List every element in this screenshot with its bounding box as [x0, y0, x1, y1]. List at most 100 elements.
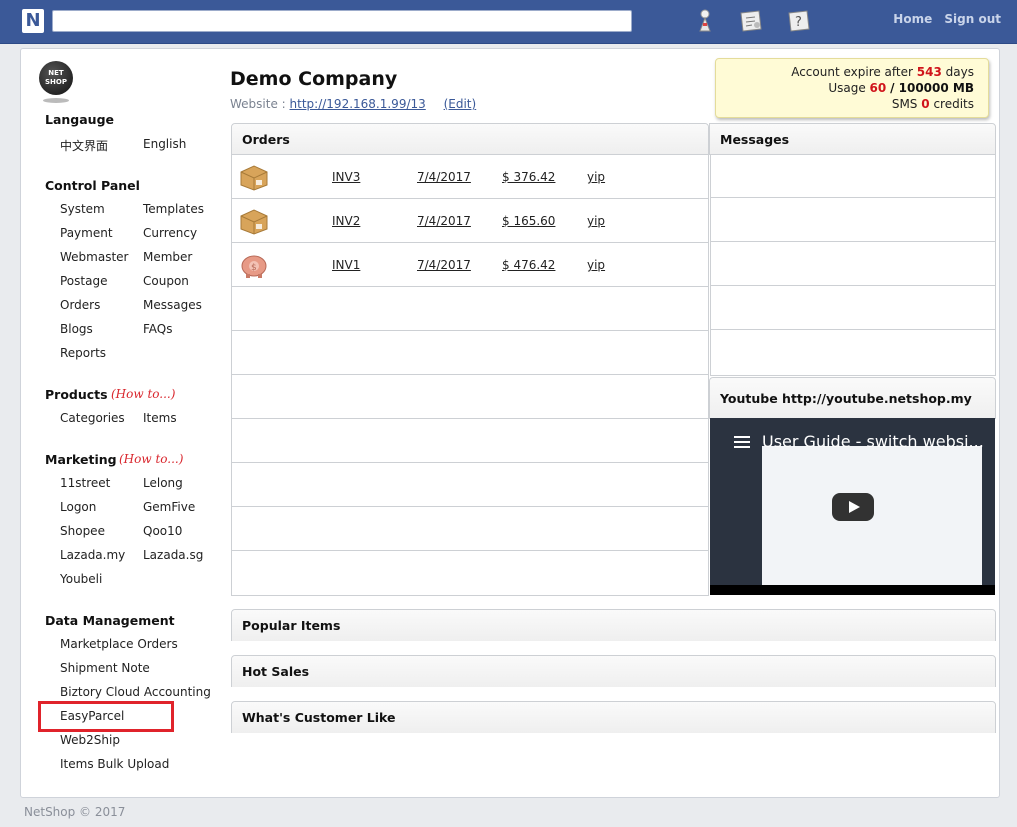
order-invoice-link[interactable]: INV1	[332, 258, 360, 272]
sidebar-item-webmaster[interactable]: Webmaster	[60, 250, 128, 264]
message-row	[711, 242, 995, 286]
sign-out-link[interactable]: Sign out	[944, 12, 1001, 26]
search-input[interactable]	[52, 10, 632, 32]
top-links: Home Sign out	[885, 12, 1001, 26]
sidebar-item-lazada-my[interactable]: Lazada.my	[60, 548, 125, 562]
usage-total: / 100000 MB	[890, 81, 974, 95]
order-customer-link[interactable]: yip	[587, 214, 605, 228]
easyparcel-highlight-box	[38, 701, 174, 732]
sidebar-item-reports[interactable]: Reports	[60, 346, 106, 360]
sms-count: 0	[921, 97, 930, 111]
sidebar-item-postage[interactable]: Postage	[60, 274, 107, 288]
marketing-howto-link[interactable]: (How to...)	[119, 452, 183, 466]
hot-sales-title: Hot Sales	[232, 656, 995, 687]
sidebar-item-payment[interactable]: Payment	[60, 226, 113, 240]
sidebar-item-11street[interactable]: 11street	[60, 476, 110, 490]
message-row	[711, 198, 995, 242]
sidebar-item-shipment-note[interactable]: Shipment Note	[60, 661, 150, 675]
sidebar-item-system[interactable]: System	[60, 202, 105, 216]
sidebar-item-currency[interactable]: Currency	[143, 226, 197, 240]
lang-chinese[interactable]: 中文界面	[60, 137, 108, 154]
playlist-icon[interactable]	[734, 436, 750, 448]
sidebar-item-shopee[interactable]: Shopee	[60, 524, 105, 538]
usage-used: 60	[869, 81, 887, 95]
message-row	[711, 154, 995, 198]
order-amount-link[interactable]: $ 376.42	[502, 170, 555, 184]
empty-row	[232, 331, 708, 375]
sidebar-item-items[interactable]: Items	[143, 411, 177, 425]
language-title: Langauge	[45, 112, 115, 127]
message-row	[711, 330, 995, 374]
sidebar-item-categories[interactable]: Categories	[60, 411, 125, 425]
netshop-logo: NET SHOP	[39, 61, 73, 95]
messages-list	[710, 154, 996, 376]
app-logo[interactable]: N	[22, 9, 44, 33]
usage-line: Usage 60 / 100000 MB	[828, 81, 974, 95]
sidebar-item-youbeli[interactable]: Youbeli	[60, 572, 102, 586]
message-row	[711, 286, 995, 330]
data-management-title: Data Management	[45, 613, 175, 628]
top-bar: N ? Home Sign out	[0, 0, 1017, 44]
sidebar-item-templates[interactable]: Templates	[143, 202, 204, 216]
video-title[interactable]: User Guide - switch websi...	[762, 432, 984, 451]
messages-title: Messages	[710, 124, 995, 155]
parcel-icon	[240, 209, 268, 235]
sidebar-item-messages[interactable]: Messages	[143, 298, 202, 312]
home-link[interactable]: Home	[893, 12, 932, 26]
sidebar-item-faqs[interactable]: FAQs	[143, 322, 173, 336]
sidebar-item-lelong[interactable]: Lelong	[143, 476, 183, 490]
sms-line: SMS 0 credits	[891, 97, 974, 111]
empty-row	[232, 463, 708, 507]
order-invoice-link[interactable]: INV2	[332, 214, 360, 228]
sidebar-item-gemfive[interactable]: GemFive	[143, 500, 195, 514]
sidebar-item-biztory[interactable]: Biztory Cloud Accounting	[60, 685, 211, 699]
customer-like-title: What's Customer Like	[232, 702, 995, 733]
products-title: Products	[45, 387, 108, 402]
order-amount-link[interactable]: $ 476.42	[502, 258, 555, 272]
sidebar-item-marketplace-orders[interactable]: Marketplace Orders	[60, 637, 178, 651]
website-line: Website : http://192.168.1.99/13 (Edit)	[230, 97, 476, 111]
youtube-video-player[interactable]: User Guide - switch websi...	[710, 418, 995, 595]
sidebar-item-member[interactable]: Member	[143, 250, 192, 264]
products-howto-link[interactable]: (How to...)	[111, 387, 175, 401]
marketing-title: Marketing	[45, 452, 117, 467]
sidebar-item-orders[interactable]: Orders	[60, 298, 100, 312]
settings-icon[interactable]	[738, 8, 764, 34]
sidebar-item-logon[interactable]: Logon	[60, 500, 96, 514]
order-customer-link[interactable]: yip	[587, 170, 605, 184]
sidebar-item-lazada-sg[interactable]: Lazada.sg	[143, 548, 203, 562]
play-icon[interactable]	[832, 493, 874, 521]
sidebar-item-coupon[interactable]: Coupon	[143, 274, 189, 288]
order-date-link[interactable]: 7/4/2017	[417, 258, 471, 272]
parcel-icon	[240, 165, 268, 191]
lang-english[interactable]: English	[143, 137, 186, 151]
account-info-box: Account expire after 543 days Usage 60 /…	[715, 58, 989, 118]
youtube-box: Youtube http://youtube.netshop.my	[709, 377, 996, 419]
table-row[interactable]: INV2 7/4/2017 $ 165.60 yip	[232, 199, 708, 243]
svg-text:?: ?	[795, 15, 802, 30]
order-date-link[interactable]: 7/4/2017	[417, 170, 471, 184]
empty-row	[232, 287, 708, 331]
sidebar-item-qoo10[interactable]: Qoo10	[143, 524, 182, 538]
empty-row	[232, 551, 708, 595]
empty-row	[232, 375, 708, 419]
order-customer-link[interactable]: yip	[587, 258, 605, 272]
order-amount-link[interactable]: $ 165.60	[502, 214, 555, 228]
video-bottom-bar	[710, 585, 995, 595]
company-name: Demo Company	[230, 68, 398, 90]
messages-box: Messages	[709, 123, 996, 155]
table-row[interactable]: INV3 7/4/2017 $ 376.42 yip	[232, 155, 708, 199]
order-date-link[interactable]: 7/4/2017	[417, 214, 471, 228]
sidebar-item-items-bulk-upload[interactable]: Items Bulk Upload	[60, 757, 169, 771]
account-expire-line: Account expire after 543 days	[791, 65, 974, 79]
help-icon[interactable]: ?	[786, 8, 812, 34]
website-label: Website :	[230, 97, 286, 111]
order-invoice-link[interactable]: INV3	[332, 170, 360, 184]
sidebar-item-blogs[interactable]: Blogs	[60, 322, 93, 336]
table-row[interactable]: $ INV1 7/4/2017 $ 476.42 yip	[232, 243, 708, 287]
sidebar-item-web2ship[interactable]: Web2Ship	[60, 733, 120, 747]
user-icon[interactable]	[692, 8, 718, 34]
website-url-link[interactable]: http://192.168.1.99/13	[290, 97, 426, 111]
logo-shadow	[43, 98, 69, 103]
edit-website-link[interactable]: (Edit)	[444, 97, 477, 111]
